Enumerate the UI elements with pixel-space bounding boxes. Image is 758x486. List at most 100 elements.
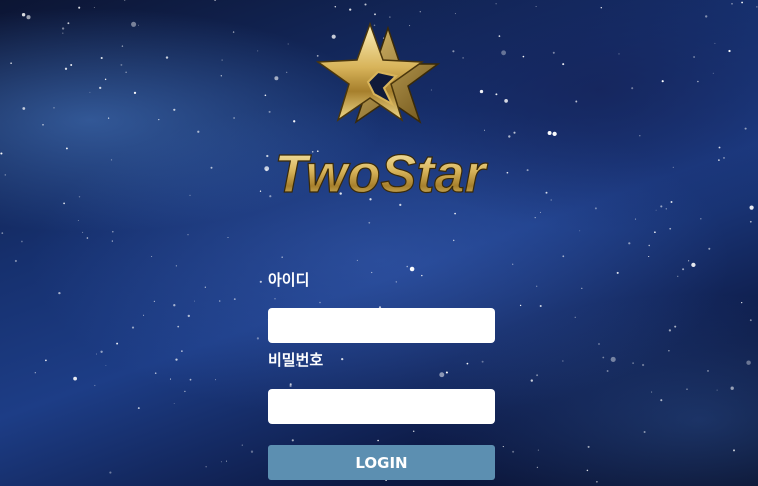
star xyxy=(124,0,126,1)
star xyxy=(65,147,68,150)
star xyxy=(220,75,222,77)
star xyxy=(67,22,70,25)
star xyxy=(733,449,735,452)
star xyxy=(233,117,235,119)
star xyxy=(173,403,175,405)
star xyxy=(537,449,539,451)
logo-wordmark: TwoStar xyxy=(274,144,488,204)
star xyxy=(138,24,139,26)
star xyxy=(651,391,653,393)
star xyxy=(632,362,634,364)
star xyxy=(616,271,619,274)
star xyxy=(655,209,657,211)
star xyxy=(70,64,73,66)
star xyxy=(660,205,663,208)
star xyxy=(99,86,102,90)
star xyxy=(562,63,565,66)
star xyxy=(648,244,650,247)
star xyxy=(34,372,36,374)
star xyxy=(214,0,217,1)
star xyxy=(1,232,4,234)
star xyxy=(654,231,656,234)
star xyxy=(143,314,145,316)
star xyxy=(94,384,96,387)
star xyxy=(688,260,690,262)
star xyxy=(281,256,283,258)
star xyxy=(716,389,718,391)
star xyxy=(452,239,455,242)
star xyxy=(677,275,679,277)
star xyxy=(723,157,725,159)
star xyxy=(63,202,65,205)
star xyxy=(61,27,65,30)
star xyxy=(210,166,213,169)
star xyxy=(535,6,537,7)
star xyxy=(53,106,55,109)
star xyxy=(21,240,23,243)
star xyxy=(22,107,26,110)
star xyxy=(718,159,720,161)
star xyxy=(111,240,113,242)
star xyxy=(89,91,91,93)
star xyxy=(131,326,135,329)
star xyxy=(674,325,677,328)
star xyxy=(708,247,711,250)
star xyxy=(668,329,672,332)
star xyxy=(78,196,81,198)
star xyxy=(672,166,674,168)
star xyxy=(14,259,17,263)
star xyxy=(705,15,708,18)
star xyxy=(62,32,64,34)
star xyxy=(158,118,160,121)
star xyxy=(539,304,542,308)
star xyxy=(522,55,525,58)
star xyxy=(368,221,371,224)
star xyxy=(389,16,391,18)
star xyxy=(606,370,609,372)
star xyxy=(175,265,177,267)
star xyxy=(58,291,61,295)
star xyxy=(545,191,548,194)
star xyxy=(215,379,217,381)
star xyxy=(586,469,589,472)
star xyxy=(540,211,541,213)
star xyxy=(562,255,565,258)
star xyxy=(0,152,3,155)
star xyxy=(600,6,603,9)
star xyxy=(574,316,576,318)
star xyxy=(700,217,702,220)
star xyxy=(110,159,113,161)
star xyxy=(173,108,176,111)
star-icon xyxy=(315,21,441,124)
star xyxy=(552,51,555,54)
star xyxy=(552,131,557,137)
star xyxy=(165,56,169,59)
star xyxy=(419,11,421,13)
star xyxy=(241,444,243,446)
star xyxy=(173,304,176,307)
star xyxy=(364,3,367,6)
star xyxy=(221,59,223,61)
star xyxy=(536,466,539,469)
star xyxy=(26,15,31,20)
login-button[interactable]: LOGIN xyxy=(268,445,495,480)
star xyxy=(356,259,358,261)
star xyxy=(587,445,590,448)
star xyxy=(225,460,228,462)
id-input[interactable] xyxy=(268,308,495,343)
star xyxy=(502,446,504,448)
star xyxy=(374,13,376,16)
star xyxy=(598,343,600,345)
star xyxy=(641,363,645,367)
star xyxy=(187,314,190,318)
password-input[interactable] xyxy=(268,389,495,424)
star xyxy=(100,350,103,353)
star xyxy=(218,300,221,302)
star xyxy=(631,87,634,90)
star xyxy=(131,21,137,27)
star xyxy=(749,220,752,223)
star xyxy=(697,80,699,83)
star xyxy=(104,78,107,81)
star xyxy=(454,212,456,215)
star xyxy=(744,127,747,130)
